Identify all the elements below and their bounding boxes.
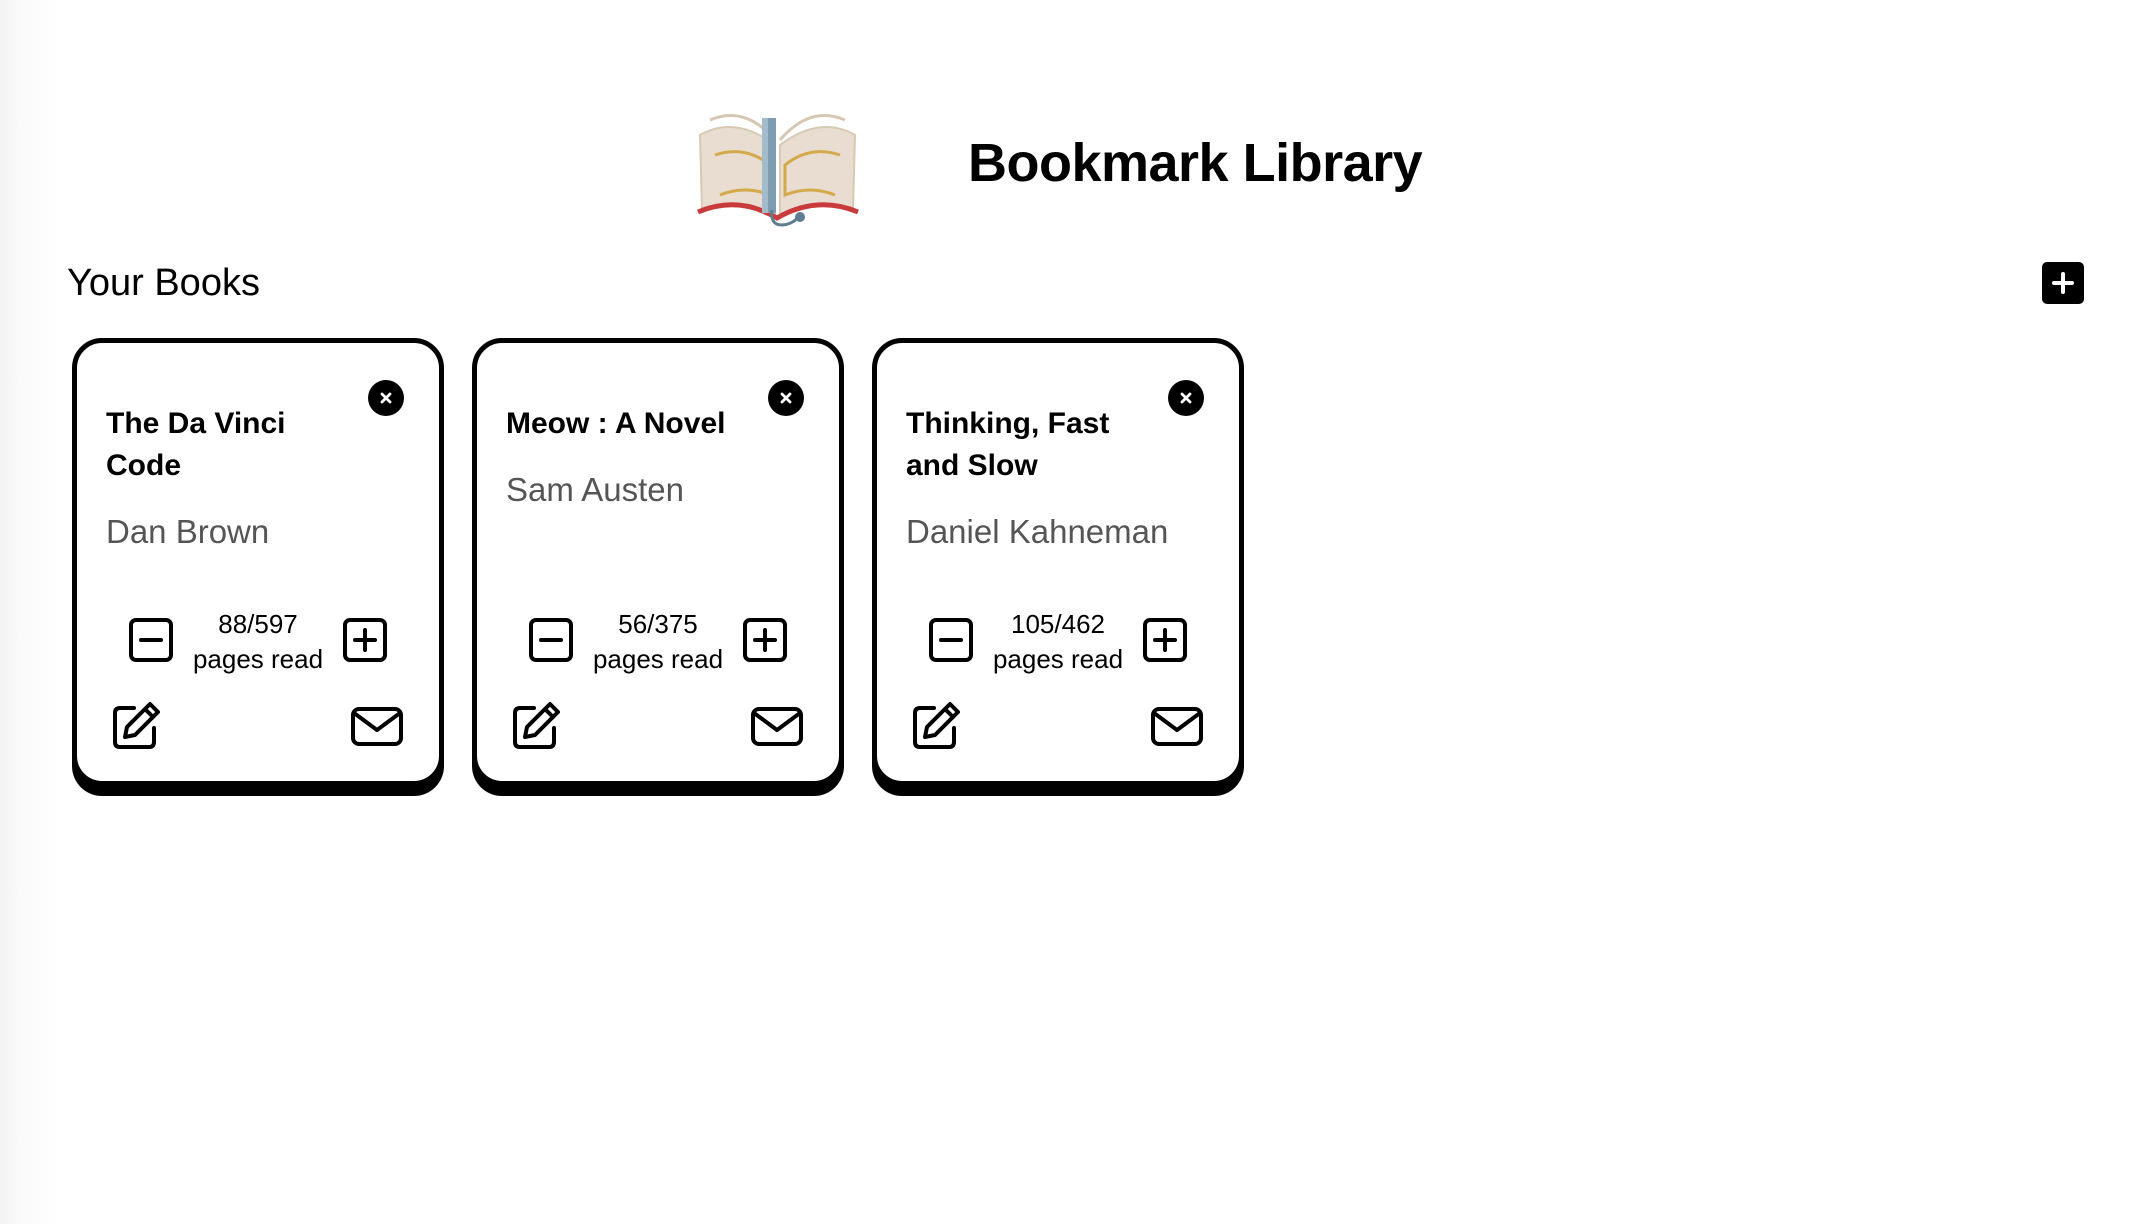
close-icon [380, 392, 392, 404]
email-book-button[interactable] [750, 700, 804, 752]
edit-book-button[interactable] [110, 700, 162, 752]
edit-book-button[interactable] [910, 700, 962, 752]
email-book-button[interactable] [1150, 700, 1204, 752]
edit-book-button[interactable] [510, 700, 562, 752]
book-cards: The Da Vinci Code Dan Brown 88/597 pages… [72, 338, 1244, 786]
book-card: The Da Vinci Code Dan Brown 88/597 pages… [72, 338, 444, 786]
progress-row: 88/597 pages read [77, 605, 439, 675]
book-author: Dan Brown [106, 513, 270, 550]
close-icon [1180, 392, 1192, 404]
remove-book-button[interactable] [368, 380, 404, 416]
book-title: Meow : A Novel [506, 407, 726, 440]
remove-book-button[interactable] [1168, 380, 1204, 416]
email-book-button[interactable] [350, 700, 404, 752]
book-title: The Da Vinci Code [106, 407, 286, 482]
book-card: Thinking, Fast and Slow Daniel Kahneman … [872, 338, 1244, 786]
book-card: Meow : A Novel Sam Austen 56/375 pages r… [472, 338, 844, 786]
add-book-button[interactable] [2042, 262, 2084, 304]
header: Bookmark Library [0, 90, 2148, 240]
app-title: Bookmark Library [968, 133, 1423, 193]
open-book-logo-icon [697, 114, 859, 227]
increase-pages-button[interactable] [1142, 617, 1188, 663]
book-author: Sam Austen [506, 471, 684, 508]
book-title: Thinking, Fast and Slow [906, 407, 1110, 482]
page: Bookmark Library Your Books The Da Vinci… [0, 0, 2148, 1224]
increase-pages-button[interactable] [342, 617, 388, 663]
plus-icon [2052, 272, 2074, 294]
increase-pages-button[interactable] [742, 617, 788, 663]
progress-row: 105/462 pages read [877, 605, 1239, 675]
book-author: Daniel Kahneman [906, 513, 1169, 550]
section-title: Your Books [67, 262, 260, 304]
progress-row: 56/375 pages read [477, 605, 839, 675]
